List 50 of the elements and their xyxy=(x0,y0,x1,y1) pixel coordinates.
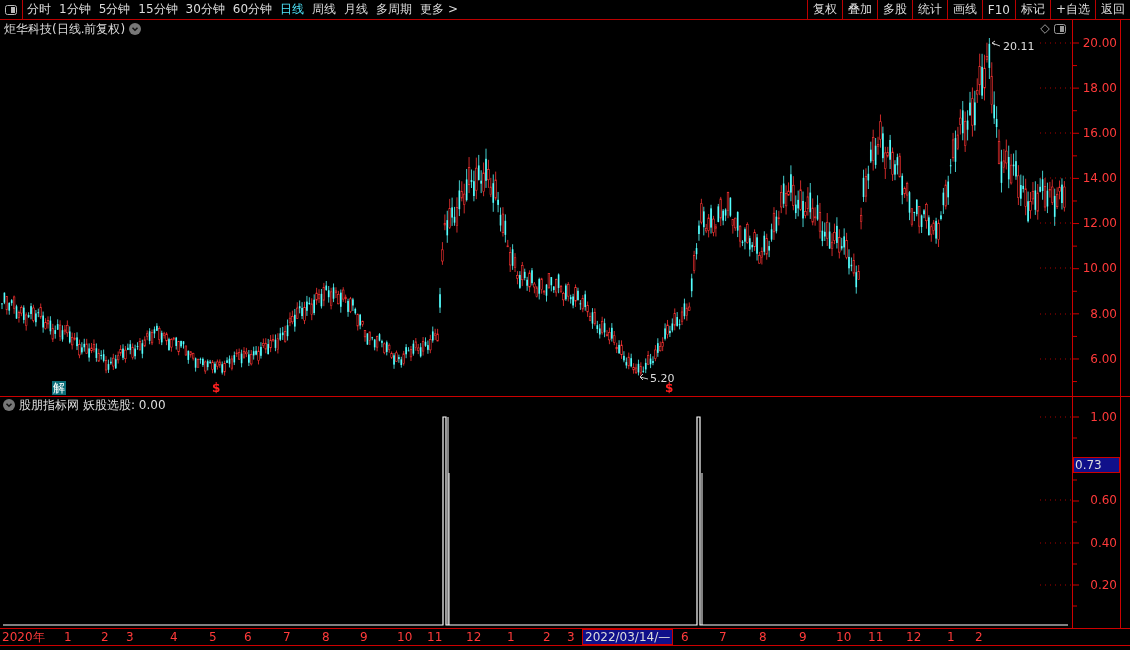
price-tick-label: 12.00 xyxy=(1082,216,1117,230)
date-label: 8 xyxy=(322,630,330,644)
date-label: 10 xyxy=(836,630,852,644)
price-tick-label: 6.00 xyxy=(1090,352,1117,366)
date-label: 8 xyxy=(759,630,767,644)
date-label: 6 xyxy=(244,630,252,644)
signal-marker: 解 xyxy=(52,381,66,395)
price-tick-label: 16.00 xyxy=(1082,126,1117,140)
date-label: 9 xyxy=(799,630,807,644)
indicator-reading: 妖股选股: 0.00 xyxy=(83,396,166,414)
date-label: 12 xyxy=(466,630,482,644)
date-label: 2 xyxy=(975,630,983,644)
date-label: 2 xyxy=(543,630,551,644)
date-label: 11 xyxy=(868,630,884,644)
price-tick-label: 14.00 xyxy=(1082,171,1117,185)
price-tick-label: 10.00 xyxy=(1082,261,1117,275)
signal-marker: $ xyxy=(211,381,222,395)
indicator-source: 股朋指标网 xyxy=(19,396,79,414)
date-label: 9 xyxy=(360,630,368,644)
cursor-date-label: 2022/03/14/— xyxy=(582,629,674,645)
date-label: 3 xyxy=(126,630,134,644)
cursor-value-label: 0.73 xyxy=(1073,457,1120,473)
collapse-icon[interactable] xyxy=(3,399,15,411)
date-label: 10 xyxy=(397,630,413,644)
date-label: 2 xyxy=(101,630,109,644)
date-label: 1 xyxy=(947,630,955,644)
date-label: 5 xyxy=(209,630,217,644)
date-label: 12 xyxy=(906,630,922,644)
indicator-tick-label: 0.60 xyxy=(1090,493,1117,507)
diamond-icon[interactable] xyxy=(1040,24,1050,34)
indicator-tick-label: 0.40 xyxy=(1090,536,1117,550)
date-label: 7 xyxy=(283,630,291,644)
date-label: 4 xyxy=(170,630,178,644)
dropdown-icon[interactable] xyxy=(129,23,142,35)
date-label: 6 xyxy=(681,630,689,644)
panel-toggle-icon xyxy=(5,4,17,15)
date-label: 7 xyxy=(719,630,727,644)
date-label: 1 xyxy=(507,630,515,644)
date-label: 11 xyxy=(427,630,443,644)
indicator-tick-label: 1.00 xyxy=(1090,410,1117,424)
date-label: 2020年 xyxy=(2,630,45,644)
indicator-tick-label: 0.20 xyxy=(1090,578,1117,592)
date-label: 3 xyxy=(567,630,575,644)
date-label: 1 xyxy=(64,630,72,644)
high-price-label: 20.11 xyxy=(990,39,1040,53)
panel-toggle-icon[interactable] xyxy=(1054,24,1066,34)
price-tick-label: 20.00 xyxy=(1082,36,1117,50)
stock-title: 炬华科技(日线.前复权) xyxy=(4,20,126,38)
price-tick-label: 18.00 xyxy=(1082,81,1117,95)
price-tick-label: 8.00 xyxy=(1090,307,1117,321)
